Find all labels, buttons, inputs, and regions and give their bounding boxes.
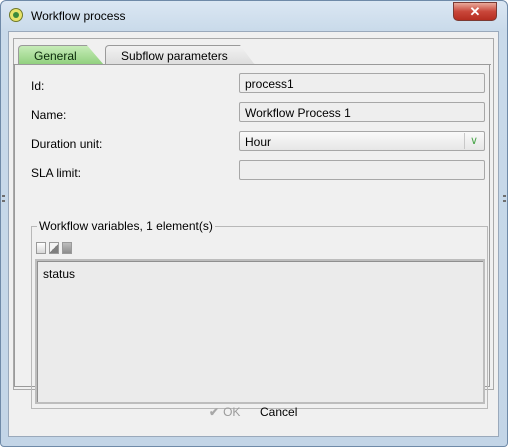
name-field[interactable]: Workflow Process 1 xyxy=(239,102,485,122)
duration-unit-select[interactable]: Hour ∨ xyxy=(239,131,485,151)
tab-subflow-parameters[interactable]: Subflow parameters xyxy=(105,45,255,65)
workflow-variables-legend: Workflow variables, 1 element(s) xyxy=(37,219,215,233)
id-label: Id: xyxy=(31,79,45,93)
window-title: Workflow process xyxy=(31,9,126,23)
variables-toolbar xyxy=(36,242,75,256)
close-button[interactable]: ✕ xyxy=(453,2,497,21)
chevron-down-icon[interactable]: ∨ xyxy=(464,133,483,149)
duration-unit-label: Duration unit: xyxy=(31,137,103,151)
right-resize-grip[interactable] xyxy=(503,189,506,209)
general-panel: Id: process1 Name: Workflow Process 1 Du… xyxy=(14,65,490,409)
cancel-button[interactable]: Cancel xyxy=(260,405,297,423)
duration-unit-value: Hour xyxy=(245,135,272,149)
new-icon[interactable] xyxy=(36,242,46,254)
left-resize-grip[interactable] xyxy=(2,189,5,209)
list-item[interactable]: status xyxy=(43,267,75,281)
check-icon: ✔ xyxy=(209,405,220,419)
title-bar[interactable]: Workflow process ✕ xyxy=(1,1,507,31)
dialog-body: General Subflow parameters Id: process1 … xyxy=(8,31,499,437)
sla-limit-field[interactable] xyxy=(239,160,485,180)
id-field[interactable]: process1 xyxy=(239,73,485,93)
variables-list[interactable]: status xyxy=(35,259,485,404)
edit-icon[interactable] xyxy=(49,242,59,254)
ok-label: OK xyxy=(223,405,241,419)
delete-icon[interactable] xyxy=(62,242,72,254)
name-label: Name: xyxy=(31,108,67,122)
ok-button[interactable]: ✔ OK xyxy=(209,405,240,423)
app-icon xyxy=(9,8,23,22)
workflow-process-dialog: Workflow process ✕ General Subflow param… xyxy=(0,0,508,447)
sla-limit-label: SLA limit: xyxy=(31,166,82,180)
dialog-footer: ✔ OK Cancel xyxy=(9,400,498,430)
